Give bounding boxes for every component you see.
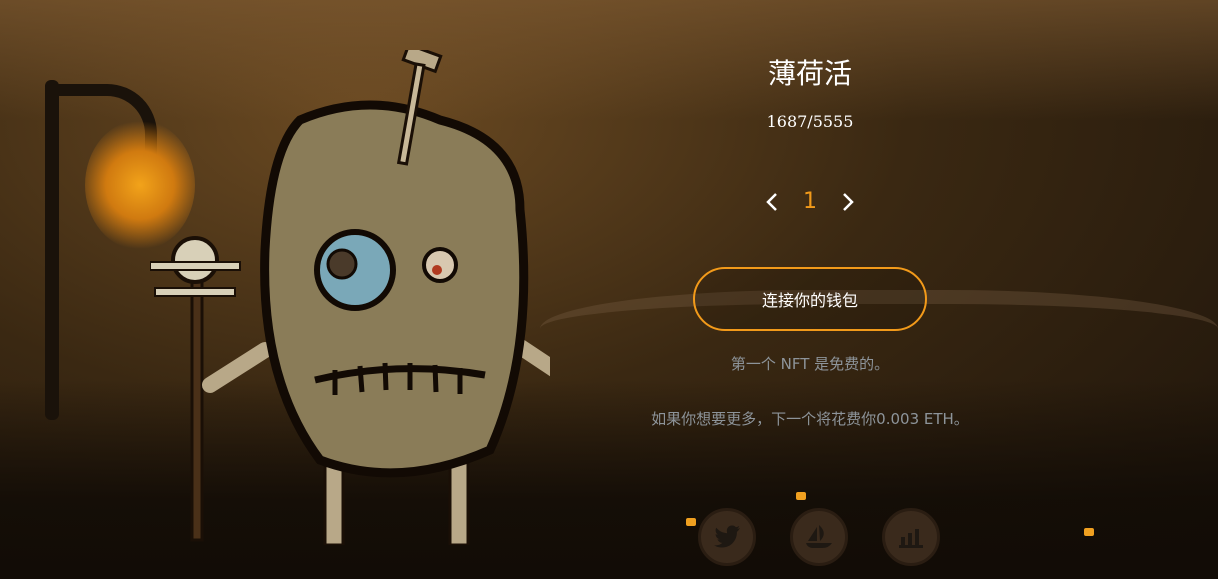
increase-button[interactable] <box>838 190 858 214</box>
opensea-icon <box>806 525 832 548</box>
opensea-link[interactable] <box>790 508 848 566</box>
twitter-icon <box>714 525 740 548</box>
ember-light <box>1084 528 1094 536</box>
mint-panel: 薄荷活 1687/5555 1 连接你的钱包 第一个 NFT 是免费的。 如果你… <box>630 40 990 429</box>
twitter-link[interactable] <box>698 508 756 566</box>
chevron-right-icon <box>843 193 854 211</box>
quantity-stepper: 1 <box>630 190 990 214</box>
price-note: 如果你想要更多，下一个将花费你0.003 ETH。 <box>651 410 969 428</box>
character-illustration <box>150 50 550 545</box>
looksrare-link[interactable] <box>882 508 940 566</box>
character-body <box>260 100 529 478</box>
minted-count: 1687/5555 <box>766 112 854 131</box>
decrease-button[interactable] <box>762 190 782 214</box>
free-mint-note: 第一个 NFT 是免费的。 <box>730 355 890 373</box>
connect-wallet-button[interactable]: 连接你的钱包 <box>693 267 927 331</box>
quantity-value: 1 <box>803 189 817 214</box>
chevron-left-icon <box>766 193 777 211</box>
ember-light <box>796 492 806 500</box>
staff <box>190 268 204 542</box>
small-eye <box>422 247 458 283</box>
looksrare-icon <box>899 529 923 548</box>
skull <box>171 236 219 284</box>
collection-title: 薄荷活 <box>767 57 852 90</box>
ember-light <box>686 518 696 526</box>
social-links <box>698 508 940 566</box>
